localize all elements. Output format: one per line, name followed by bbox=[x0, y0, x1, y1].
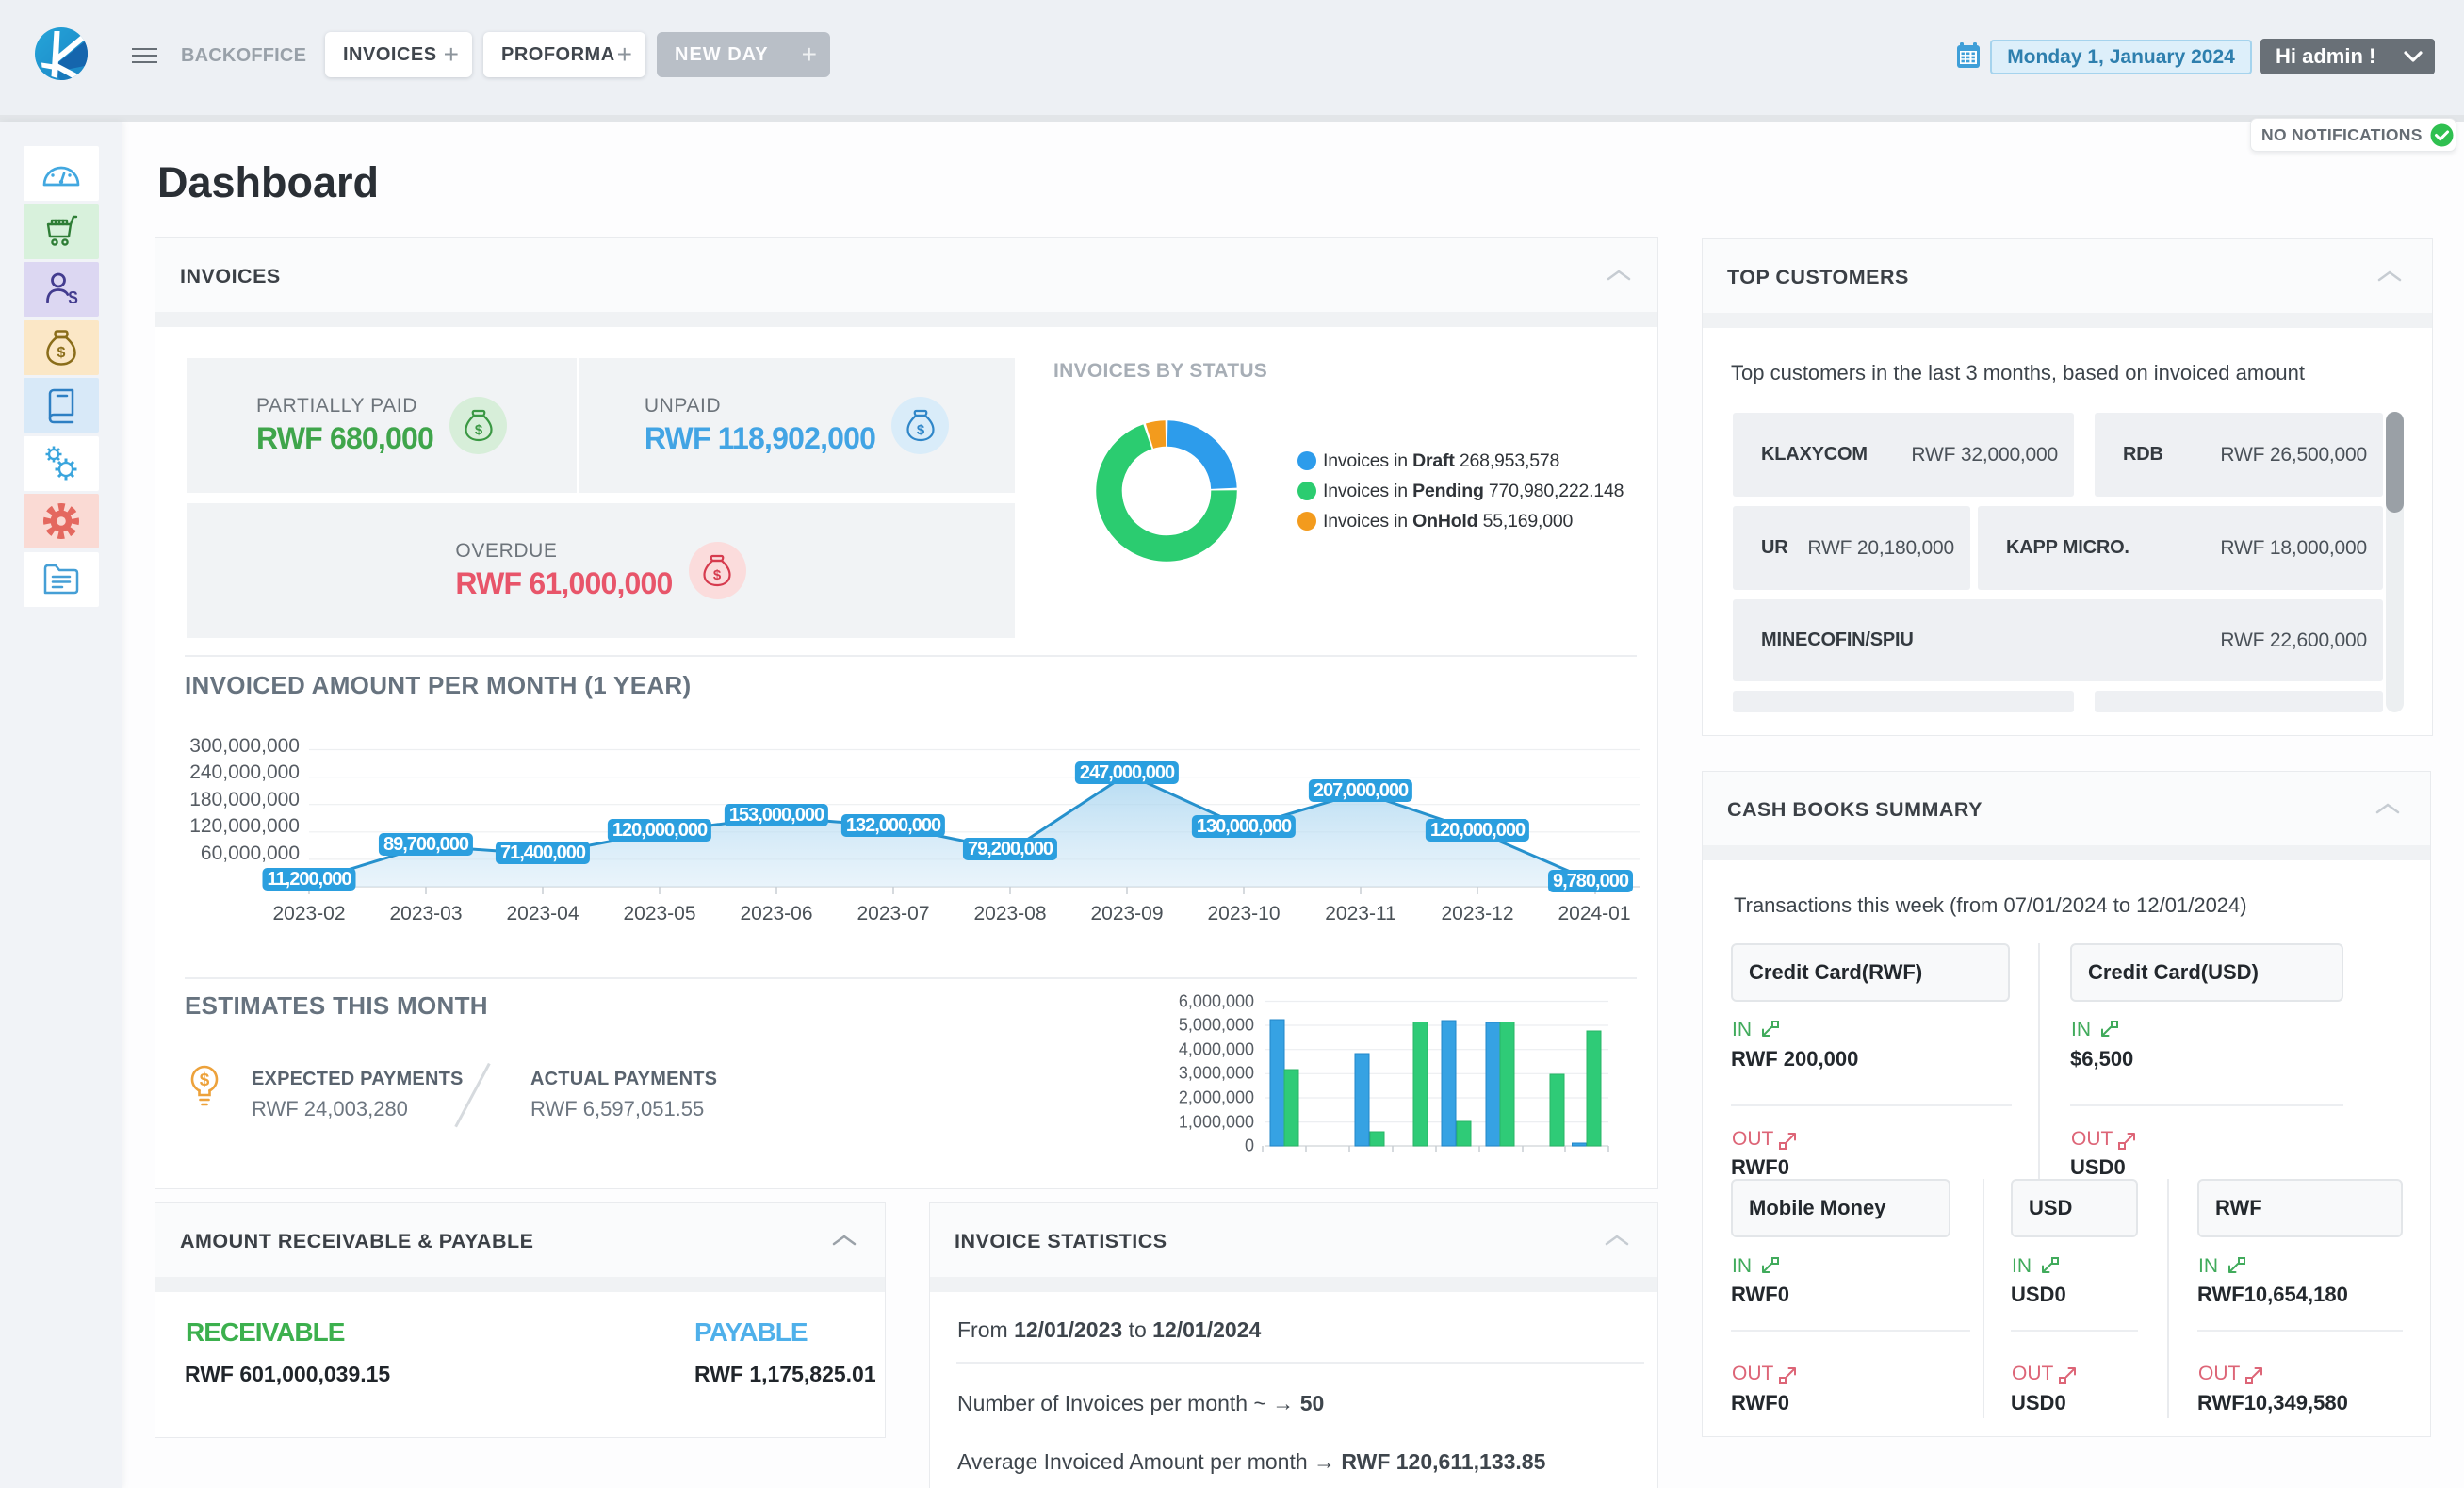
svg-text:$: $ bbox=[200, 1071, 210, 1090]
svg-text:$: $ bbox=[68, 288, 77, 307]
svg-text:$: $ bbox=[474, 422, 482, 438]
svg-text:$: $ bbox=[917, 422, 925, 438]
svg-text:$: $ bbox=[713, 567, 722, 583]
svg-text:$: $ bbox=[57, 345, 66, 361]
